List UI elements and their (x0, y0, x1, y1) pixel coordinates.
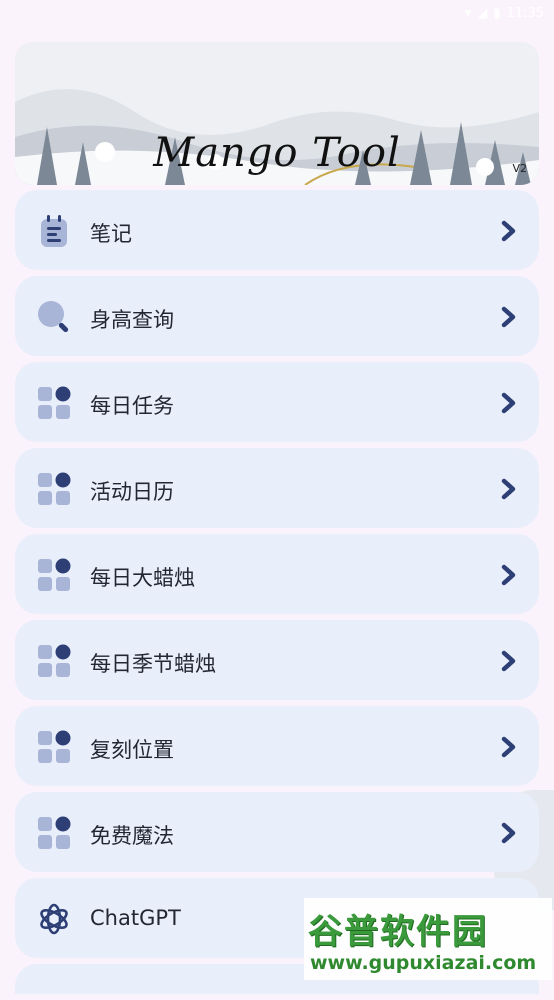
chevron-right-icon (501, 564, 516, 586)
app-title: Mango Tool (153, 130, 401, 176)
menu-item-notes[interactable]: 笔记 (15, 190, 539, 270)
chevron-right-icon (501, 650, 516, 672)
menu-item-label: 复刻位置 (90, 738, 174, 762)
menu-item-label: 笔记 (90, 222, 132, 246)
watermark-title: 谷普软件园 (308, 912, 488, 952)
version-label: V2 (512, 162, 527, 175)
chevron-right-icon (501, 822, 516, 844)
chevron-right-icon (501, 392, 516, 414)
chevron-right-icon (501, 220, 516, 242)
signal-icon: ◢ (477, 6, 488, 21)
chevron-right-icon (501, 736, 516, 758)
menu-item-height-query[interactable]: 身高查询 (15, 276, 539, 356)
search-icon (38, 301, 69, 333)
battery-icon: ▮ (493, 6, 501, 21)
menu-item-free-magic[interactable]: 免费魔法 (15, 792, 539, 872)
wifi-icon: ▾ (464, 6, 472, 21)
watermark: 谷普软件园 www.gupuxiazai.com (304, 898, 552, 980)
apps-grid-icon (38, 730, 71, 763)
menu-item-label: 免费魔法 (90, 824, 174, 848)
menu-item-replica-location[interactable]: 复刻位置 (15, 706, 539, 786)
menu-item-daily-big-candle[interactable]: 每日大蜡烛 (15, 534, 539, 614)
apps-grid-icon (38, 558, 71, 591)
chevron-right-icon (501, 306, 516, 328)
apps-grid-icon (38, 386, 71, 419)
menu-item-daily-season-candle[interactable]: 每日季节蜡烛 (15, 620, 539, 700)
menu-item-label: 身高查询 (90, 308, 174, 332)
status-time: 11:35 (506, 6, 544, 21)
chevron-right-icon (501, 478, 516, 500)
apps-grid-icon (38, 472, 71, 505)
menu-item-label: 活动日历 (90, 480, 174, 504)
watermark-url: www.gupuxiazai.com (310, 952, 537, 974)
menu-item-daily-tasks[interactable]: 每日任务 (15, 362, 539, 442)
apps-grid-icon (38, 816, 71, 849)
notepad-icon (41, 215, 67, 247)
status-bar: ▾ ◢ ▮ 11:35 (0, 0, 554, 28)
status-icons: ▾ ◢ ▮ 11:35 (465, 6, 544, 21)
menu-item-event-calendar[interactable]: 活动日历 (15, 448, 539, 528)
menu-item-label: ChatGPT (90, 906, 181, 930)
tool-menu: 笔记 身高查询 每日任务 活动日历 每日大蜡烛 每日季节蜡烛 复刻位置 免费魔法… (15, 190, 539, 1000)
menu-item-label: 每日任务 (90, 394, 174, 418)
menu-item-label: 每日大蜡烛 (90, 566, 195, 590)
header-banner: Mango Tool V2 (15, 42, 539, 185)
apps-grid-icon (38, 644, 71, 677)
openai-icon (40, 903, 68, 935)
menu-item-label: 每日季节蜡烛 (90, 652, 216, 676)
